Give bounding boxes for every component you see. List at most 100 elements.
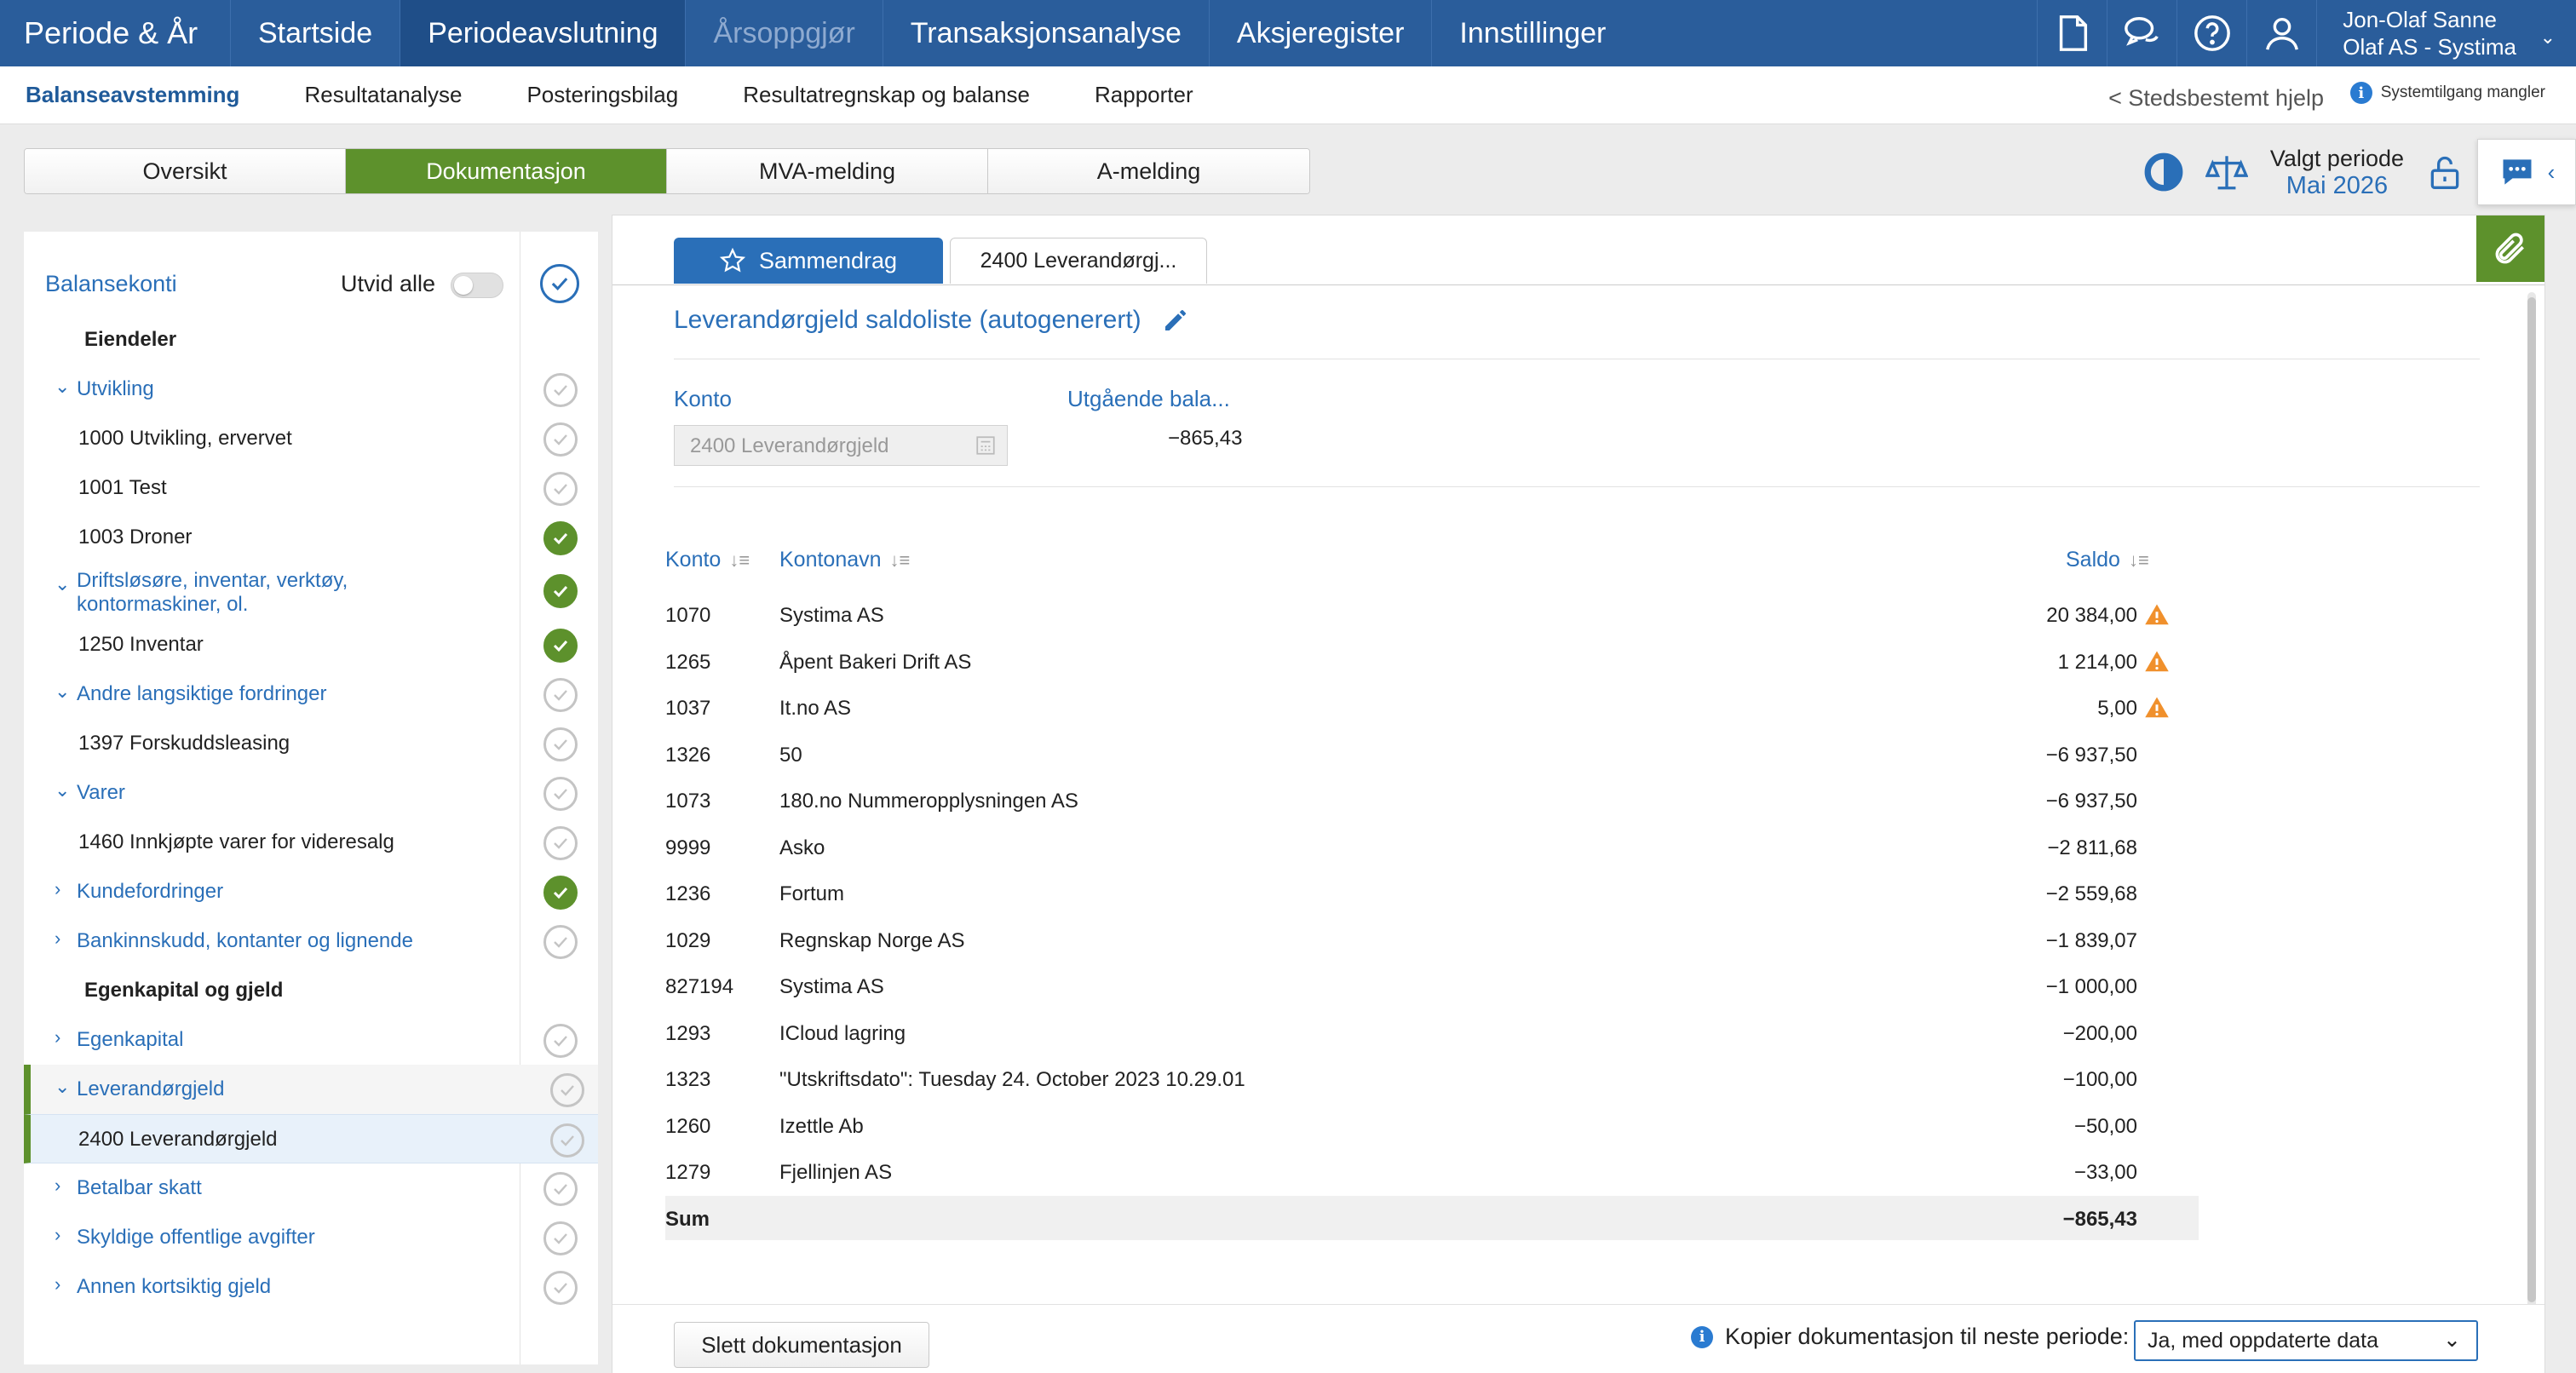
col-saldo-header[interactable]: Saldo ↓≡ xyxy=(2066,548,2149,572)
checkmark-pending-icon[interactable] xyxy=(543,1172,578,1206)
checkmark-done-icon[interactable] xyxy=(543,574,578,608)
tab-sammendrag[interactable]: Sammendrag xyxy=(674,238,943,284)
cell-saldo: 5,00 xyxy=(2097,697,2137,720)
chevron-down-icon[interactable]: ⌄ xyxy=(55,1076,70,1098)
delete-documentation-button[interactable]: Slett dokumentasjon xyxy=(674,1322,929,1368)
tree-account[interactable]: 1000 Utvikling, ervervet xyxy=(24,414,598,463)
chevron-down-icon[interactable]: ⌄ xyxy=(55,779,70,801)
chevron-down-icon[interactable]: ⌄ xyxy=(55,681,70,703)
tree-group[interactable]: › Skyldige offentlige avgifter xyxy=(24,1213,598,1262)
nav-startside[interactable]: Startside xyxy=(230,0,400,66)
user-menu[interactable]: Jon-Olaf Sanne Olaf AS - Systima ⌄ xyxy=(2316,0,2576,66)
checkmark-pending-icon[interactable] xyxy=(543,678,578,712)
col-kontonavn-label: Kontonavn xyxy=(779,548,882,572)
tab-mva-melding[interactable]: MVA-melding xyxy=(667,149,988,193)
cell-saldo: −50,00 xyxy=(2073,1114,2137,1138)
checkmark-pending-icon[interactable] xyxy=(550,1073,584,1107)
tree-group[interactable]: ⌄ Leverandørgjeld xyxy=(24,1065,598,1114)
help-link[interactable]: < Stedsbestemt hjelp xyxy=(2108,85,2324,112)
nav-innstillinger[interactable]: Innstillinger xyxy=(1431,0,1633,66)
tree-account[interactable]: 2400 Leverandørgjeld xyxy=(24,1114,598,1163)
tree-group[interactable]: › Egenkapital xyxy=(24,1015,598,1065)
tree-group[interactable]: › Annen kortsiktig gjeld xyxy=(24,1262,598,1312)
cell-konto: 1323 xyxy=(665,1068,711,1091)
tree-account[interactable]: 1250 Inventar xyxy=(24,620,598,669)
tree-group[interactable]: ⌄ Andre langsiktige fordringer xyxy=(24,669,598,719)
tree-group[interactable]: › Betalbar skatt xyxy=(24,1163,598,1213)
checkmark-done-icon[interactable] xyxy=(543,521,578,555)
user-icon[interactable] xyxy=(2246,0,2316,66)
document-icon[interactable] xyxy=(2037,0,2107,66)
chevron-right-icon[interactable]: › xyxy=(55,878,60,900)
col-kontonavn-header[interactable]: Kontonavn ↓≡ xyxy=(779,548,910,572)
tree-account[interactable]: 1001 Test xyxy=(24,463,598,513)
checkmark-pending-icon[interactable] xyxy=(543,826,578,860)
checkmark-pending-icon[interactable] xyxy=(543,472,578,506)
checkmark-pending-icon[interactable] xyxy=(543,1221,578,1255)
chat-toggle-button[interactable]: ‹ xyxy=(2477,139,2576,205)
chevron-down-icon[interactable]: ⌄ xyxy=(55,376,70,398)
system-notice-text: Systemtilgang mangler xyxy=(2380,83,2545,101)
tree-group[interactable]: ⌄ Driftsløsøre, inventar, verktøy, kontor… xyxy=(24,562,598,620)
subnav-rapporter[interactable]: Rapporter xyxy=(1062,82,1226,108)
nav-periodeavslutning[interactable]: Periodeavslutning xyxy=(400,0,686,66)
subnav-balanseavstemming[interactable]: Balanseavstemming xyxy=(0,82,272,108)
tree-group[interactable]: ⌄ Varer xyxy=(24,768,598,818)
subnav-resultatregnskap[interactable]: Resultatregnskap og balanse xyxy=(710,82,1062,108)
period-value: Mai 2026 xyxy=(2286,172,2389,199)
system-notice[interactable]: i Systemtilgang mangler xyxy=(2349,82,2545,104)
tab-a-melding[interactable]: A-melding xyxy=(988,149,1309,193)
balance-scale-icon[interactable] xyxy=(2205,151,2249,193)
tab-oversikt[interactable]: Oversikt xyxy=(25,149,346,193)
cell-kontonavn: Systima AS xyxy=(779,975,884,998)
checkmark-done-icon[interactable] xyxy=(543,629,578,663)
tree-group[interactable]: › Kundefordringer xyxy=(24,867,598,916)
subnav-posteringsbilag[interactable]: Posteringsbilag xyxy=(494,82,710,108)
checkmark-pending-icon[interactable] xyxy=(543,925,578,959)
subnav-resultatanalyse[interactable]: Resultatanalyse xyxy=(272,82,494,108)
chevron-left-icon: ‹ xyxy=(2547,158,2556,185)
checkmark-pending-icon[interactable] xyxy=(543,422,578,457)
checkmark-pending-icon[interactable] xyxy=(543,1271,578,1305)
checkmark-pending-icon[interactable] xyxy=(543,777,578,811)
checkmark-pending-icon[interactable] xyxy=(543,1024,578,1058)
tree-group[interactable]: ⌄ Utvikling xyxy=(24,365,598,414)
chat-bubbles-icon[interactable] xyxy=(2107,0,2176,66)
checkmark-pending-icon[interactable] xyxy=(550,1123,584,1158)
period-label: Valgt periode xyxy=(2269,146,2404,171)
warning-icon[interactable] xyxy=(2144,695,2170,727)
checkmark-pending-icon[interactable] xyxy=(543,727,578,761)
expand-all-toggle[interactable] xyxy=(451,273,503,298)
warning-icon[interactable] xyxy=(2144,602,2170,634)
tree-account[interactable]: 1460 Innkjøpte varer for videresalg xyxy=(24,818,598,867)
progress-ring-icon[interactable] xyxy=(2142,151,2185,193)
chevron-right-icon[interactable]: › xyxy=(55,1224,60,1246)
table-row: 1279 Fjellinjen AS −33,00 xyxy=(665,1149,2199,1195)
attachment-button[interactable] xyxy=(2476,215,2544,282)
chevron-right-icon[interactable]: › xyxy=(55,1026,60,1048)
nav-aksjeregister[interactable]: Aksjeregister xyxy=(1208,0,1432,66)
scrollbar-thumb[interactable] xyxy=(2527,297,2536,1302)
pencil-icon[interactable] xyxy=(1162,307,1189,334)
selected-period[interactable]: Valgt periode Mai 2026 xyxy=(2248,145,2426,199)
col-konto-header[interactable]: Konto ↓≡ xyxy=(665,548,750,572)
tree-account[interactable]: 1003 Droner xyxy=(24,513,598,562)
tree-account[interactable]: 1397 Forskuddsleasing xyxy=(24,719,598,768)
chevron-right-icon[interactable]: › xyxy=(55,928,60,950)
brand-title[interactable]: Periode & År xyxy=(0,0,230,66)
tab-2400-document[interactable]: 2400 Leverandørgj... xyxy=(950,238,1207,284)
nav-transaksjonsanalyse[interactable]: Transaksjonsanalyse xyxy=(882,0,1209,66)
copy-option-select[interactable]: Ja, med oppdaterte data ⌄ xyxy=(2134,1320,2478,1361)
tab-dokumentasjon[interactable]: Dokumentasjon xyxy=(346,149,667,193)
chevron-down-icon[interactable]: ⌄ xyxy=(55,573,70,595)
help-icon[interactable] xyxy=(2176,0,2246,66)
chevron-right-icon[interactable]: › xyxy=(55,1175,60,1197)
warning-icon[interactable] xyxy=(2144,649,2170,681)
chevron-down-icon: ⌄ xyxy=(2443,1328,2461,1352)
check-all-icon[interactable] xyxy=(540,264,579,303)
checkmark-pending-icon[interactable] xyxy=(543,373,578,407)
checkmark-done-icon[interactable] xyxy=(543,876,578,910)
unlock-icon[interactable] xyxy=(2426,151,2464,193)
tree-group[interactable]: › Bankinnskudd, kontanter og lignende xyxy=(24,916,598,966)
chevron-right-icon[interactable]: › xyxy=(55,1273,60,1295)
